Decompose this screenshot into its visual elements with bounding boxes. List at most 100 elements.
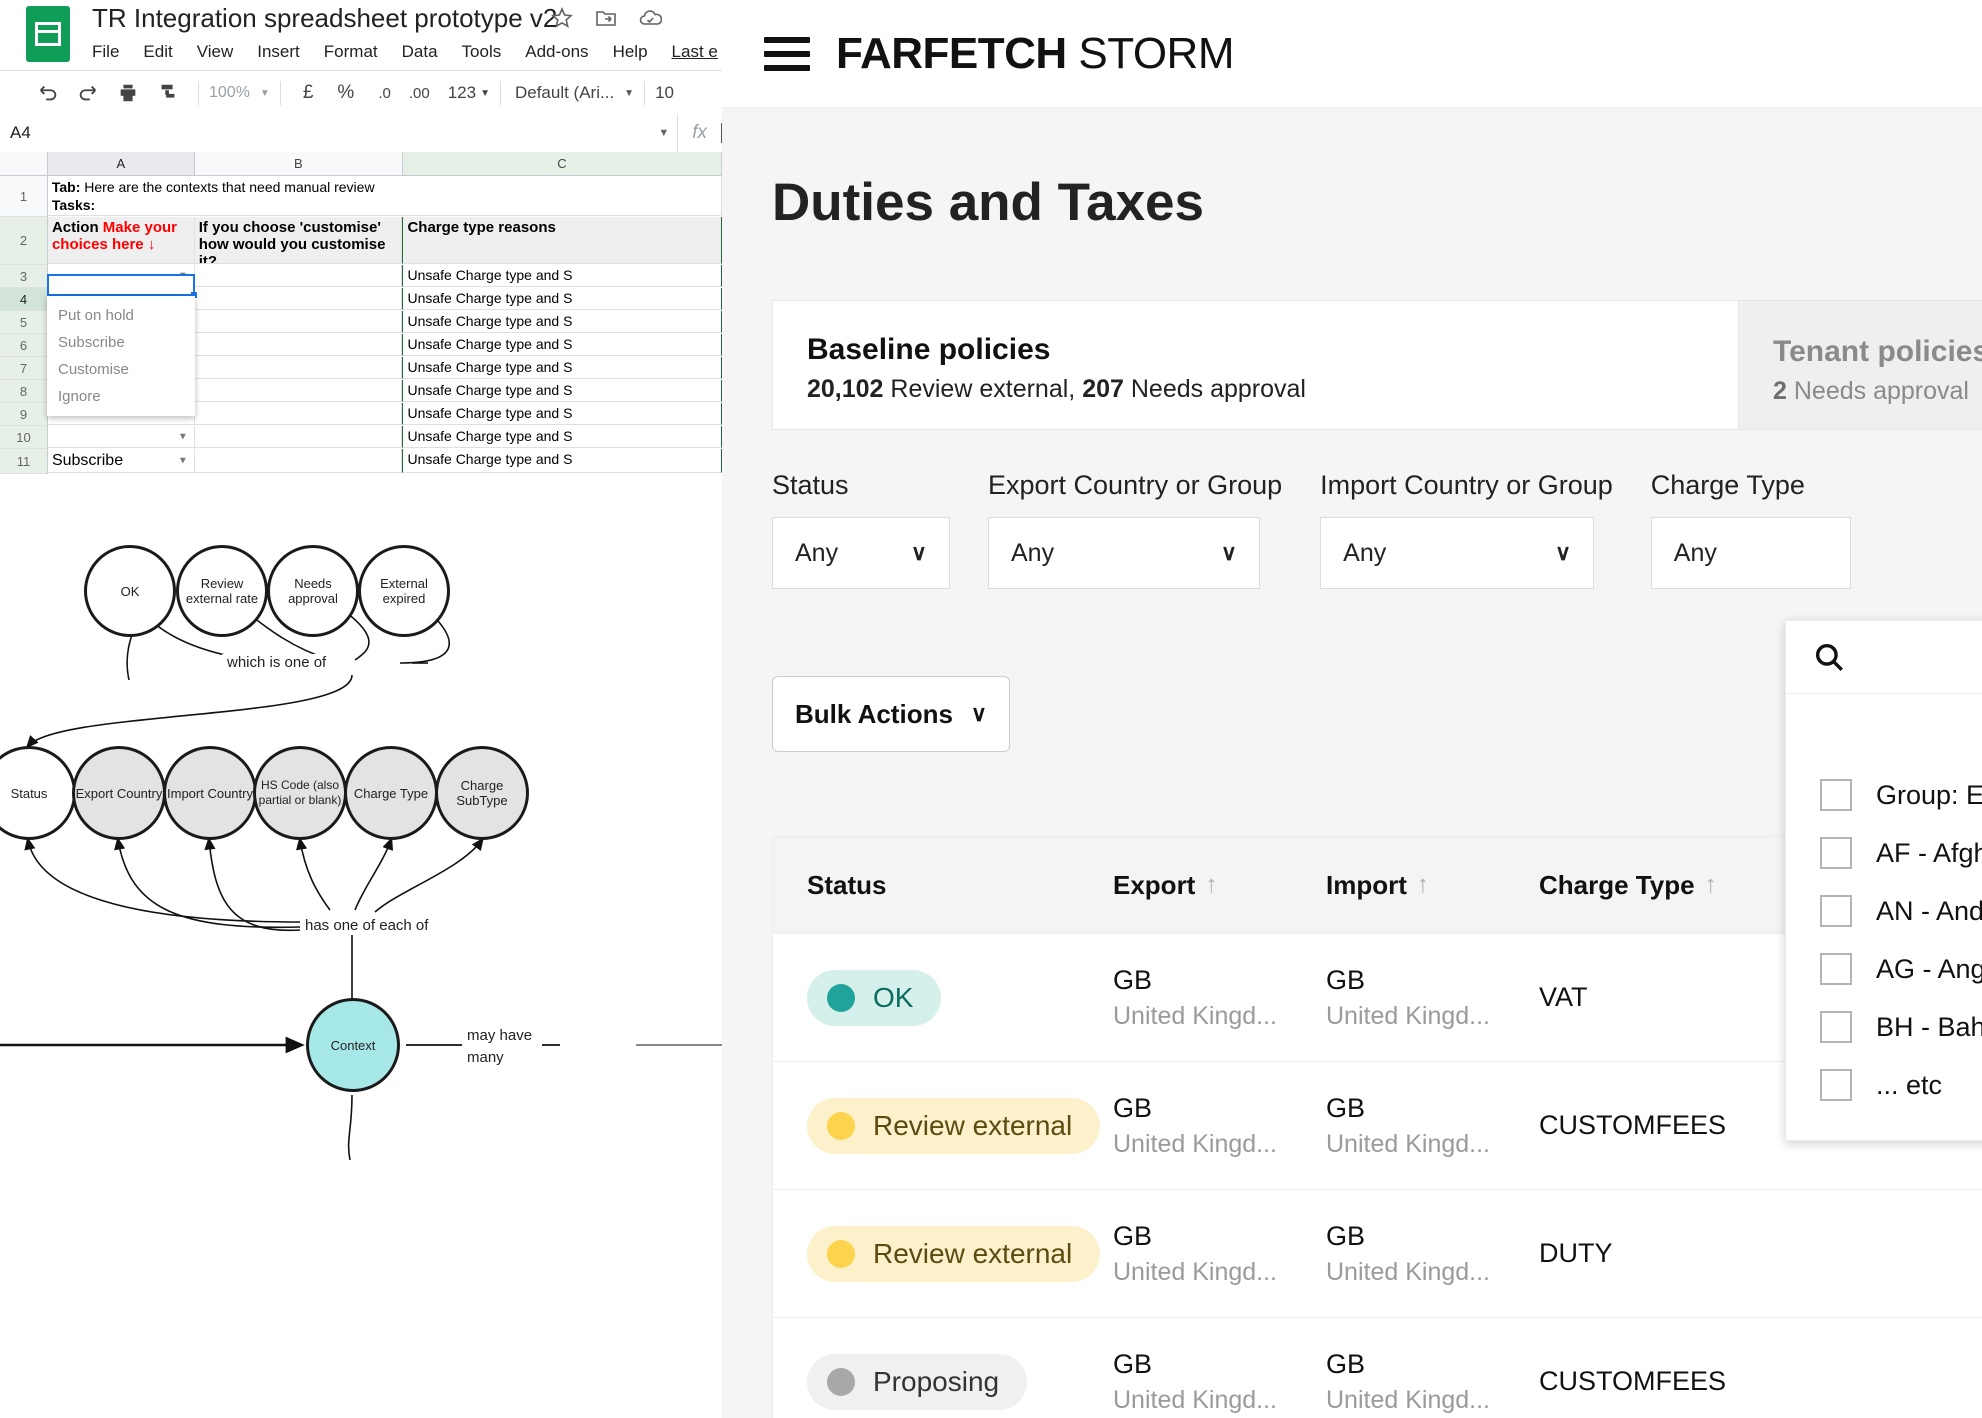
dropdown-option-af-afghanistan[interactable]: AF - Afghanistan [1786,824,1982,882]
column-header-b[interactable]: B [194,152,403,176]
percent-button[interactable]: % [337,82,354,104]
cell-b6[interactable] [194,334,403,356]
table-header-status[interactable]: Status [773,870,1113,901]
currency-button[interactable]: £ [303,82,314,104]
dropdown-option-put-on-hold[interactable]: Put on hold [47,302,195,329]
table-row[interactable]: Proposing GB United Kingd... GB United K… [773,1317,1982,1418]
dropdown-option-ignore[interactable]: Ignore [47,383,195,410]
dropdown-option-subscribe[interactable]: Subscribe [47,329,195,356]
dropdown-search-input[interactable] [1860,640,1982,674]
cell-b11[interactable] [194,449,403,473]
cell-b4[interactable] [194,288,403,310]
cell-b2[interactable]: If you choose 'customise' how would you … [194,217,403,264]
spreadsheet-title[interactable]: TR Integration spreadsheet prototype v2 [92,3,557,34]
dropdown-option-etc[interactable]: ... etc [1786,1056,1982,1114]
country-filter-dropdown[interactable]: Clear Group: EU AF - Afghanistan AN - An… [1785,620,1982,1141]
dropdown-option-customise[interactable]: Customise [47,356,195,383]
cell-a10-dropdown-icon[interactable]: ▼ [178,431,188,442]
print-icon[interactable] [108,82,148,104]
font-family-select[interactable]: Default (Ari... [515,83,614,103]
zoom-level[interactable]: 100% [209,84,250,102]
checkbox-icon[interactable] [1820,953,1852,985]
cell-a11[interactable]: Subscribe ▼ [47,449,195,473]
font-chevron-icon[interactable]: ▼ [624,88,634,99]
table-header-import[interactable]: Import ↑ [1326,870,1539,901]
cell-a10[interactable]: ▼ [47,426,195,448]
sort-ascending-icon[interactable]: ↑ [1417,871,1429,899]
menu-last-edit[interactable]: Last e [672,42,718,62]
cell-b7[interactable] [194,357,403,379]
sort-ascending-icon[interactable]: ↑ [1705,871,1717,899]
cell-c8[interactable]: Unsafe Charge type and S [402,380,722,402]
filter-import-country-select[interactable]: Any ∨ [1320,517,1595,589]
cloud-saved-icon[interactable] [638,6,663,30]
dropdown-option-ag-angola[interactable]: AG - Angola [1786,940,1982,998]
menu-edit[interactable]: Edit [143,42,172,62]
row-header-9[interactable]: 9 [0,403,48,426]
menu-view[interactable]: View [197,42,234,62]
menu-file[interactable]: File [92,42,119,62]
name-box[interactable]: A4 [0,123,106,143]
filter-status-select[interactable]: Any ∨ [772,517,950,589]
cell-b9[interactable] [194,403,403,425]
sort-ascending-icon[interactable]: ↑ [1205,871,1217,899]
cell-c9[interactable]: Unsafe Charge type and S [402,403,722,425]
decrease-decimal-button[interactable]: .0 [378,85,391,102]
star-icon[interactable] [550,6,574,30]
cell-c2[interactable]: Charge type reasons [402,217,722,264]
table-row[interactable]: Review external GB United Kingd... GB Un… [773,1189,1982,1317]
number-format-button[interactable]: 123 [448,83,476,103]
cell-c5[interactable]: Unsafe Charge type and S [402,311,722,333]
select-all-corner[interactable] [0,152,48,176]
dropdown-option-an-andorra[interactable]: AN - Andorra [1786,882,1982,940]
bulk-actions-button[interactable]: Bulk Actions ∨ [772,676,1010,752]
dropdown-search-row[interactable] [1786,621,1982,694]
number-format-chevron-icon[interactable]: ▼ [480,88,490,99]
menu-insert[interactable]: Insert [257,42,300,62]
row-header-8[interactable]: 8 [0,380,48,403]
row-header-6[interactable]: 6 [0,334,48,357]
menu-tools[interactable]: Tools [462,42,502,62]
cell-c4[interactable]: Unsafe Charge type and S [402,288,722,310]
cell-a1[interactable]: Tab: Here are the contexts that need man… [47,176,722,216]
cell-c11[interactable]: Unsafe Charge type and S [402,449,722,473]
column-header-a[interactable]: A [47,152,195,176]
cell-b3[interactable] [194,265,403,287]
menu-data[interactable]: Data [402,42,438,62]
row-header-2[interactable]: 2 [0,217,48,265]
dropdown-option-bh-bahrain[interactable]: BH - Bahrain [1786,998,1982,1056]
checkbox-icon[interactable] [1820,1011,1852,1043]
zoom-chevron-icon[interactable]: ▼ [260,88,270,99]
cell-b10[interactable] [194,426,403,448]
checkbox-icon[interactable] [1820,1069,1852,1101]
paint-format-icon[interactable] [148,82,188,104]
row-header-1[interactable]: 1 [0,176,48,217]
cell-a2[interactable]: Action Make your choices here ↓ [47,217,195,264]
tenant-policies-tab[interactable]: Tenant policies 2 Needs approval [1738,301,1982,429]
checkbox-icon[interactable] [1820,779,1852,811]
dropdown-option-group-eu[interactable]: Group: EU [1786,766,1982,824]
cell-a11-dropdown-icon[interactable]: ▼ [178,455,188,466]
hamburger-menu-icon[interactable] [764,36,810,71]
font-size-select[interactable]: 10 [655,83,674,103]
name-box-chevron-icon[interactable]: ▼ [658,127,669,139]
cell-b8[interactable] [194,380,403,402]
checkbox-icon[interactable] [1820,895,1852,927]
row-header-4[interactable]: 4 [0,288,48,311]
row-header-5[interactable]: 5 [0,311,48,334]
row-header-7[interactable]: 7 [0,357,48,380]
menu-help[interactable]: Help [613,42,648,62]
cell-c3[interactable]: Unsafe Charge type and S [402,265,722,287]
baseline-policies-tab[interactable]: Baseline policies 20,102 Review external… [773,301,1738,429]
cell-b5[interactable] [194,311,403,333]
undo-icon[interactable] [28,82,68,104]
checkbox-icon[interactable] [1820,837,1852,869]
cell-c10[interactable]: Unsafe Charge type and S [402,426,722,448]
cell-c7[interactable]: Unsafe Charge type and S [402,357,722,379]
row-header-10[interactable]: 10 [0,426,48,449]
row-header-11[interactable]: 11 [0,449,48,474]
filter-export-country-select[interactable]: Any ∨ [988,517,1260,589]
menu-format[interactable]: Format [324,42,378,62]
menu-addons[interactable]: Add-ons [525,42,588,62]
cell-c6[interactable]: Unsafe Charge type and S [402,334,722,356]
